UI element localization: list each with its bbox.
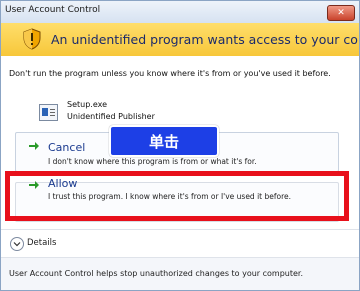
- banner-message: An unidentified program wants access to …: [51, 32, 359, 47]
- uac-dialog: User Account Control ✕ An unidentified p…: [0, 0, 360, 291]
- click-callout: 单击: [109, 125, 219, 157]
- callout-label: 单击: [148, 133, 179, 151]
- allow-highlight-box: [5, 171, 349, 221]
- window-title: User Account Control: [5, 5, 101, 15]
- details-label: Details: [27, 238, 57, 248]
- footer: User Account Control helps stop unauthor…: [1, 258, 359, 290]
- divider: [1, 229, 359, 230]
- program-name: Setup.exe: [67, 100, 108, 109]
- title-bar: User Account Control ✕: [1, 1, 359, 23]
- chevron-down-icon: [10, 237, 24, 251]
- warning-text: Don't run the program unless you know wh…: [9, 69, 331, 78]
- footer-text: User Account Control helps stop unauthor…: [9, 269, 304, 278]
- cancel-title: Cancel: [48, 141, 86, 154]
- cancel-description: I don't know where this program is from …: [48, 157, 257, 166]
- shield-icon: [23, 28, 41, 50]
- program-icon: [39, 104, 58, 121]
- program-publisher: Unidentified Publisher: [67, 112, 155, 121]
- warning-banner: An unidentified program wants access to …: [1, 23, 359, 56]
- close-button[interactable]: ✕: [327, 5, 355, 21]
- arrow-right-icon: [29, 142, 39, 150]
